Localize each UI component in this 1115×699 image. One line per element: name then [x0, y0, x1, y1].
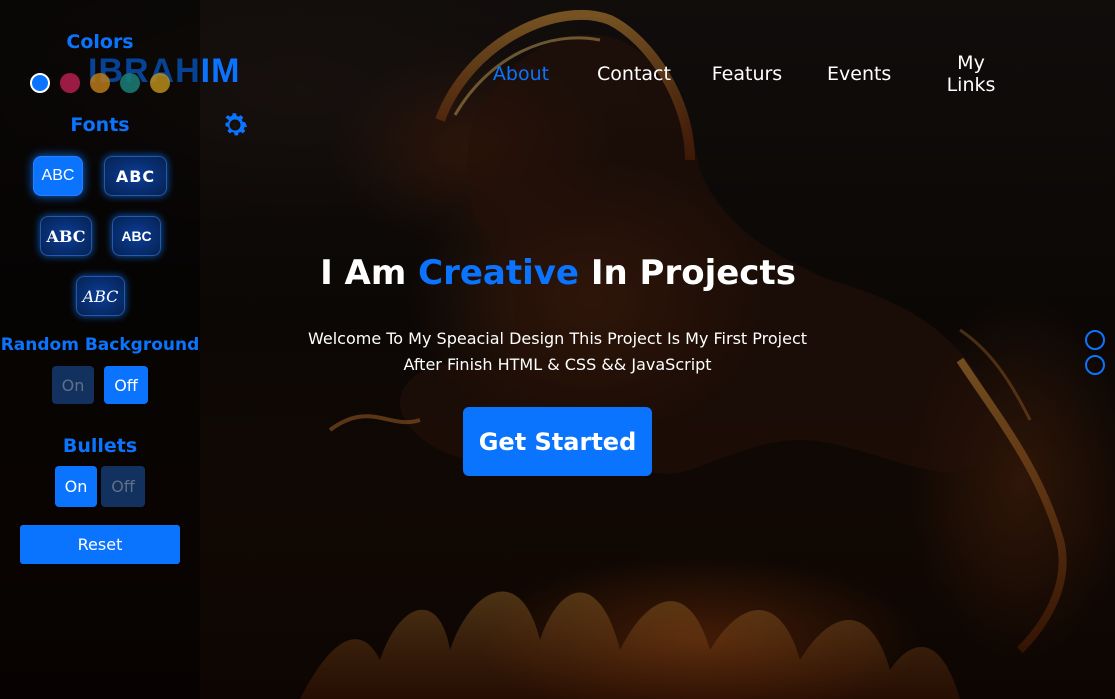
bullets-off-button[interactable]: Off	[101, 466, 145, 507]
color-swatch-teal[interactable]	[120, 73, 140, 93]
section-bullet-2[interactable]	[1085, 355, 1105, 375]
nav-link-featurs[interactable]: Featurs	[710, 63, 784, 85]
settings-panel: Colors Fonts ABC ABC ABC ABC ABC Random …	[0, 0, 200, 699]
bullets-title: Bullets	[62, 435, 138, 457]
random-background-off-button[interactable]: Off	[104, 366, 148, 404]
color-swatch-orange[interactable]	[90, 73, 110, 93]
gear-icon[interactable]	[219, 109, 251, 141]
nav-link-contact[interactable]: Contact	[596, 63, 672, 85]
font-option-2[interactable]: ABC	[104, 156, 167, 196]
font-option-4[interactable]: ABC	[112, 216, 161, 256]
hero-title-highlight: Creative	[418, 253, 579, 293]
color-swatch-gold[interactable]	[150, 73, 170, 93]
colors-title: Colors	[66, 31, 134, 53]
hero-description-line-2: After Finish HTML & CSS && JavaScript	[403, 355, 712, 374]
section-bullet-1[interactable]	[1085, 330, 1105, 350]
font-option-1[interactable]: ABC	[33, 156, 83, 196]
nav-link-events[interactable]: Events	[827, 63, 891, 85]
hero-description-line-1: Welcome To My Speacial Design This Proje…	[307, 329, 808, 348]
font-option-5[interactable]: ABC	[76, 276, 125, 316]
random-background-title: Random Background	[0, 335, 200, 355]
font-option-3[interactable]: ABC	[40, 216, 92, 256]
hero-title: I Am Creative In Projects	[316, 253, 800, 293]
color-swatch-blue[interactable]	[30, 73, 50, 93]
get-started-button[interactable]: Get Started	[463, 407, 652, 476]
bullets-on-button[interactable]: On	[55, 466, 97, 507]
hero-description: Welcome To My Speacial Design This Proje…	[300, 326, 815, 378]
hero-title-part1: I Am	[320, 253, 419, 293]
fonts-title: Fonts	[70, 114, 130, 136]
random-background-on-button[interactable]: On	[52, 366, 94, 404]
hero-title-part2: In Projects	[579, 253, 796, 293]
reset-button[interactable]: Reset	[20, 525, 180, 564]
nav-link-about[interactable]: About	[491, 63, 551, 85]
color-swatch-crimson[interactable]	[60, 73, 80, 93]
nav-link-my-links[interactable]: My Links	[940, 52, 1002, 96]
